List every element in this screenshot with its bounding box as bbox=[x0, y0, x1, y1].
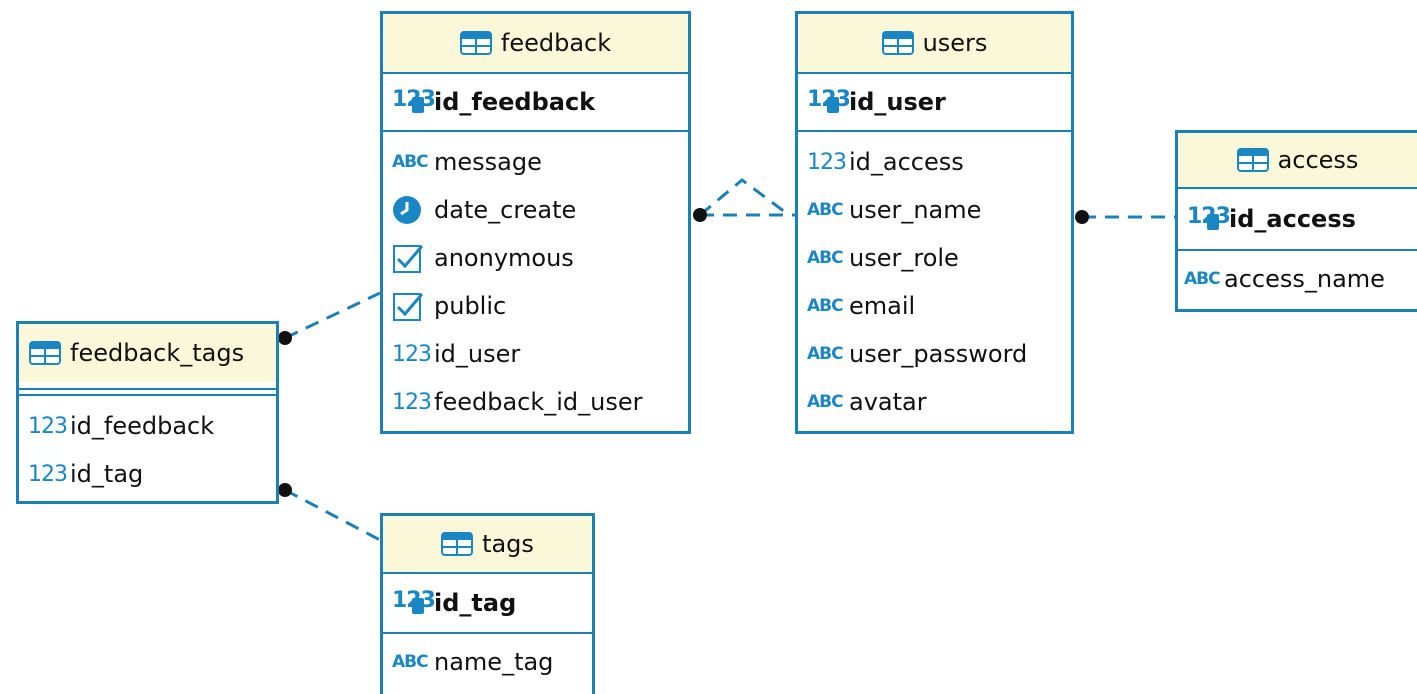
column-name: avatar bbox=[849, 388, 927, 416]
column-name: email bbox=[849, 292, 916, 320]
column-row[interactable]: public bbox=[383, 282, 688, 330]
primary-key-icon: 123 bbox=[392, 588, 436, 618]
table-header[interactable]: access bbox=[1178, 133, 1417, 189]
column-row[interactable]: ABC email bbox=[798, 282, 1071, 330]
column-row[interactable]: ABC access_name bbox=[1178, 255, 1417, 303]
column-name: id_feedback bbox=[70, 412, 215, 440]
table-name: feedback_tags bbox=[70, 339, 245, 367]
table-name: feedback bbox=[500, 29, 612, 57]
column-row[interactable]: 123 feedback_id_user bbox=[383, 378, 688, 426]
column-name: name_tag bbox=[434, 648, 554, 676]
column-name: date_create bbox=[434, 196, 577, 224]
column-name: id_access bbox=[1229, 205, 1356, 233]
table-header[interactable]: users bbox=[798, 14, 1071, 74]
column-name: id_tag bbox=[70, 460, 144, 488]
column-name: public bbox=[434, 292, 507, 320]
column-name: user_password bbox=[849, 340, 1028, 368]
checkbox-icon bbox=[392, 242, 434, 274]
column-name: id_user bbox=[849, 88, 946, 116]
table-header[interactable]: feedback bbox=[383, 14, 688, 74]
primary-key-icon: 123 bbox=[1187, 204, 1231, 234]
table-header[interactable]: tags bbox=[383, 516, 592, 574]
number-type-icon: 123 bbox=[28, 461, 68, 487]
text-type-icon: ABC bbox=[1184, 269, 1221, 289]
text-type-icon: ABC bbox=[807, 200, 844, 220]
link-end-dot bbox=[693, 208, 707, 222]
primary-key-row[interactable]: 123 id_access bbox=[1178, 189, 1417, 251]
column-row[interactable]: ABC user_password bbox=[798, 330, 1071, 378]
column-name: message bbox=[434, 148, 542, 176]
table-name: access bbox=[1277, 146, 1359, 174]
link-end-dot bbox=[278, 483, 292, 497]
table-icon bbox=[441, 532, 474, 556]
column-row[interactable]: ABC message bbox=[383, 138, 688, 186]
column-row[interactable]: ABC user_name bbox=[798, 186, 1071, 234]
text-type-icon: ABC bbox=[807, 344, 844, 364]
primary-key-row[interactable]: 123 id_feedback bbox=[383, 74, 688, 132]
table-feedback[interactable]: feedback 123 id_feedback ABC message dat… bbox=[380, 11, 691, 434]
table-icon bbox=[881, 31, 914, 55]
column-row[interactable]: 123 id_feedback bbox=[19, 402, 276, 450]
column-row[interactable]: date_create bbox=[383, 186, 688, 234]
column-name: id_access bbox=[849, 148, 964, 176]
link-end-dot bbox=[1075, 210, 1089, 224]
column-row[interactable]: anonymous bbox=[383, 234, 688, 282]
primary-key-icon: 123 bbox=[392, 87, 436, 117]
table-name: users bbox=[922, 29, 988, 57]
column-name: id_user bbox=[434, 340, 521, 368]
table-access[interactable]: access 123 id_access ABC access_name bbox=[1175, 130, 1417, 312]
text-type-icon: ABC bbox=[392, 652, 429, 672]
link-feedback-users-bend bbox=[699, 178, 786, 217]
table-feedback-tags[interactable]: feedback_tags 123 id_feedback 123 id_tag bbox=[16, 321, 279, 504]
column-name: user_name bbox=[849, 196, 982, 224]
number-type-icon: 123 bbox=[392, 389, 432, 415]
column-row[interactable]: ABC name_tag bbox=[383, 638, 592, 686]
link-feedbacktags-feedback bbox=[284, 291, 381, 340]
column-name: feedback_id_user bbox=[434, 388, 643, 416]
erd-canvas: feedback 123 id_feedback ABC message dat… bbox=[0, 0, 1417, 694]
text-type-icon: ABC bbox=[392, 152, 429, 172]
column-row[interactable]: 123 id_user bbox=[383, 330, 688, 378]
table-icon bbox=[459, 31, 492, 55]
text-type-icon: ABC bbox=[807, 296, 844, 316]
column-row[interactable]: 123 id_tag bbox=[19, 450, 276, 498]
table-users[interactable]: users 123 id_user 123 id_access ABC user… bbox=[795, 11, 1074, 434]
column-name: id_feedback bbox=[434, 88, 596, 116]
column-row[interactable]: ABC user_role bbox=[798, 234, 1071, 282]
number-type-icon: 123 bbox=[28, 413, 68, 439]
primary-key-row[interactable]: 123 id_user bbox=[798, 74, 1071, 132]
column-name: anonymous bbox=[434, 244, 574, 272]
column-name: id_tag bbox=[434, 589, 517, 617]
table-tags[interactable]: tags 123 id_tag ABC name_tag bbox=[380, 513, 595, 694]
text-type-icon: ABC bbox=[807, 392, 844, 412]
number-type-icon: 123 bbox=[807, 149, 847, 175]
link-end-dot bbox=[278, 331, 292, 345]
column-name: user_role bbox=[849, 244, 959, 272]
table-icon bbox=[1236, 148, 1269, 172]
table-name: tags bbox=[482, 530, 534, 558]
checkbox-icon bbox=[392, 290, 434, 322]
column-row[interactable]: 123 id_access bbox=[798, 138, 1071, 186]
number-type-icon: 123 bbox=[392, 341, 432, 367]
clock-icon bbox=[392, 195, 434, 225]
text-type-icon: ABC bbox=[807, 248, 844, 268]
link-feedbacktags-tags bbox=[284, 488, 381, 542]
column-row[interactable]: ABC avatar bbox=[798, 378, 1071, 426]
primary-key-row[interactable]: 123 id_tag bbox=[383, 574, 592, 634]
divider bbox=[19, 388, 276, 390]
column-name: access_name bbox=[1224, 265, 1385, 293]
table-icon bbox=[29, 341, 61, 365]
table-header[interactable]: feedback_tags bbox=[19, 324, 276, 382]
primary-key-icon: 123 bbox=[807, 87, 851, 117]
